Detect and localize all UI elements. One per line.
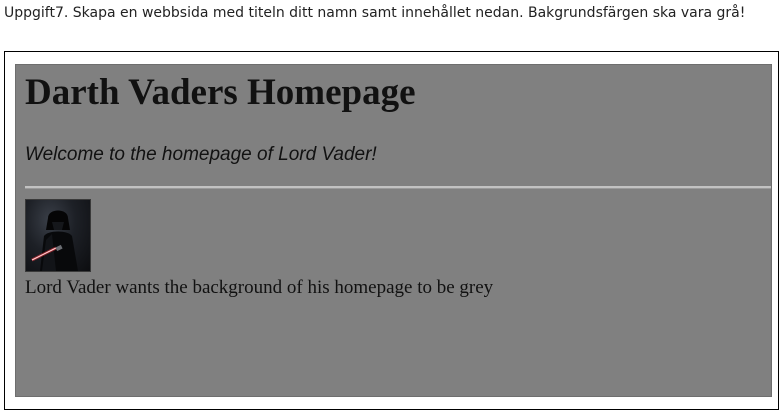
darth-vader-figure-icon	[31, 210, 78, 271]
screenshot-frame: Darth Vaders Homepage Welcome to the hom…	[4, 51, 779, 410]
background-caption: Lord Vader wants the background of his h…	[25, 277, 494, 298]
welcome-text: Welcome to the homepage of Lord Vader!	[25, 144, 377, 165]
page-title: Darth Vaders Homepage	[25, 72, 416, 113]
darth-vader-image	[25, 199, 91, 272]
assignment-instructions: Uppgift7. Skapa en webbsida med titeln d…	[4, 5, 746, 21]
horizontal-rule	[25, 186, 771, 189]
web-page-preview: Darth Vaders Homepage Welcome to the hom…	[15, 64, 772, 397]
